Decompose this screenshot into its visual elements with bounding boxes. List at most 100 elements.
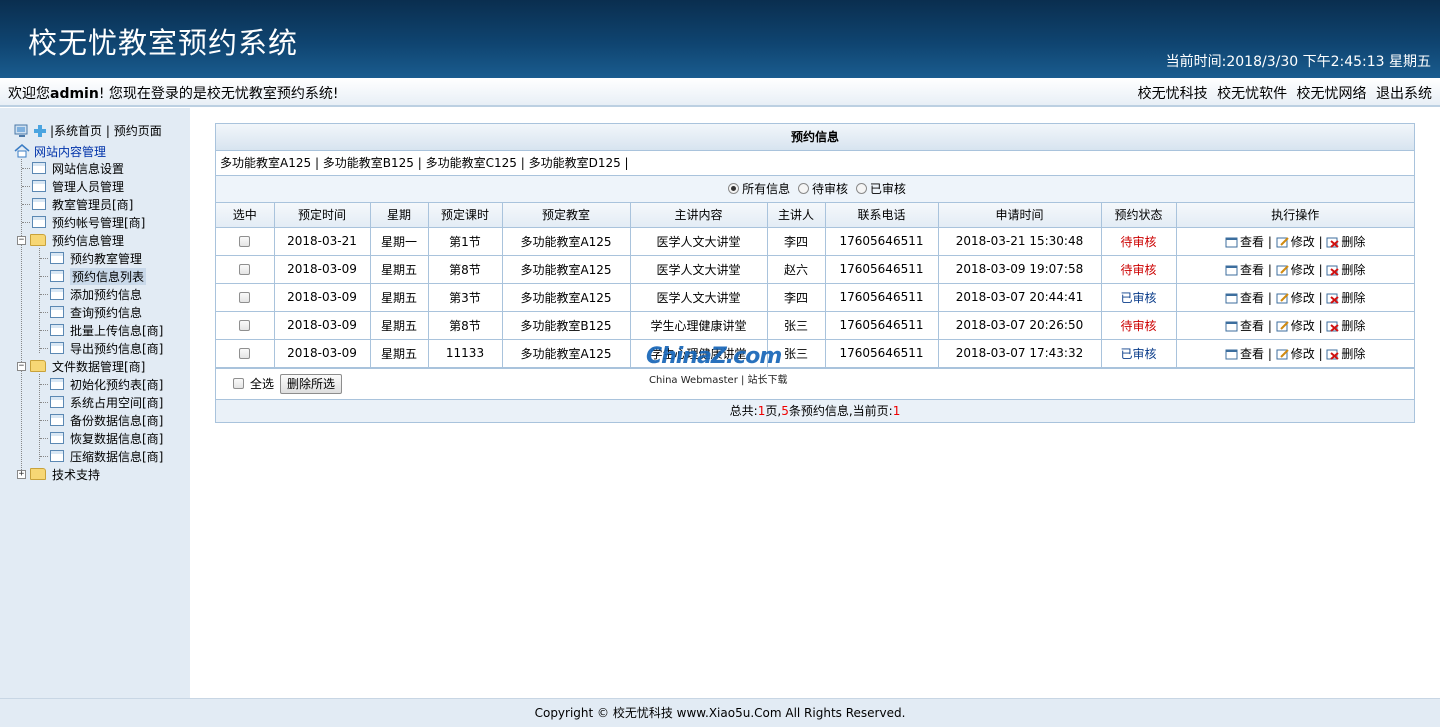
delete-button[interactable]: 删除 bbox=[1326, 235, 1365, 249]
edit-icon bbox=[1276, 348, 1289, 359]
link-network[interactable]: 校无忧网络 bbox=[1297, 86, 1367, 102]
room-link-d125[interactable]: 多功能教室D125 bbox=[529, 156, 621, 170]
page-icon bbox=[50, 396, 64, 408]
bulk-actions: 全选 删除所选 bbox=[216, 367, 1414, 399]
col-select: 选中 bbox=[216, 203, 275, 228]
delete-button[interactable]: 删除 bbox=[1326, 347, 1365, 361]
col-date: 预定时间 bbox=[273, 203, 371, 228]
view-button[interactable]: 查看 bbox=[1225, 319, 1264, 333]
top-links: 校无忧科技 校无忧软件 校无忧网络 退出系统 bbox=[1133, 83, 1432, 103]
sidebar-item-disk-usage[interactable]: 系统占用空间[商] bbox=[40, 393, 163, 411]
username: admin bbox=[50, 86, 99, 102]
cell-weekday: 星期五 bbox=[369, 282, 429, 312]
edit-button[interactable]: 修改 bbox=[1276, 319, 1315, 333]
sidebar-item-add-booking[interactable]: 添加预约信息 bbox=[40, 285, 142, 303]
col-room: 预定教室 bbox=[501, 203, 631, 228]
room-link-b125[interactable]: 多功能教室B125 bbox=[323, 156, 414, 170]
current-page: 1 bbox=[892, 403, 901, 418]
sidebar-item-booking-rooms[interactable]: 预约教室管理 bbox=[40, 249, 142, 267]
page-icon bbox=[50, 432, 64, 444]
row-checkbox[interactable] bbox=[239, 292, 251, 303]
cell-phone: 17605646511 bbox=[824, 226, 939, 256]
radio-pending[interactable] bbox=[797, 183, 809, 194]
collapse-icon[interactable]: − bbox=[17, 361, 26, 371]
tree-root[interactable]: 网站内容管理 bbox=[14, 142, 106, 160]
logout-link[interactable]: 退出系统 bbox=[1376, 86, 1432, 102]
edit-button[interactable]: 修改 bbox=[1276, 291, 1315, 305]
sidebar-item-init-table[interactable]: 初始化预约表[商] bbox=[40, 375, 163, 393]
sidebar-item-backup[interactable]: 备份数据信息[商] bbox=[40, 411, 163, 429]
cell-phone: 17605646511 bbox=[824, 254, 939, 284]
row-checkbox[interactable] bbox=[239, 320, 251, 331]
delete-selected-button[interactable]: 删除所选 bbox=[280, 373, 343, 394]
view-button[interactable]: 查看 bbox=[1225, 347, 1264, 361]
view-button[interactable]: 查看 bbox=[1225, 235, 1264, 249]
cell-status: 已审核 bbox=[1100, 338, 1177, 368]
page-icon bbox=[32, 180, 46, 192]
table-row: 2018-03-09 星期五 第3节 多功能教室A125 医学人文大讲堂 李四 176056… bbox=[216, 282, 1414, 312]
delete-button[interactable]: 删除 bbox=[1326, 263, 1365, 277]
expand-icon[interactable]: + bbox=[17, 469, 26, 479]
edit-button[interactable]: 修改 bbox=[1276, 347, 1315, 361]
radio-all[interactable] bbox=[728, 183, 740, 194]
table-header: 选中 预定时间 星期 预定课时 预定教室 主讲内容 主讲人 联系电话 申请时间 … bbox=[216, 203, 1414, 228]
cell-topic: 医学人文大讲堂 bbox=[629, 254, 768, 284]
delete-button[interactable]: 删除 bbox=[1326, 319, 1365, 333]
sidebar-group-support[interactable]: + 技术支持 bbox=[17, 465, 100, 483]
cell-applied: 2018-03-21 15:30:48 bbox=[937, 226, 1102, 256]
sidebar-group-files[interactable]: − 文件数据管理[商] bbox=[17, 357, 145, 375]
room-link-c125[interactable]: 多功能教室C125 bbox=[426, 156, 517, 170]
home-icon bbox=[14, 144, 30, 158]
cell-period: 第3节 bbox=[427, 282, 503, 312]
select-all-label: 全选 bbox=[250, 377, 275, 391]
col-topic: 主讲内容 bbox=[629, 203, 768, 228]
cell-phone: 17605646511 bbox=[824, 310, 939, 340]
sidebar-item-booking-list[interactable]: 预约信息列表 bbox=[40, 267, 147, 285]
cell-applied: 2018-03-07 17:43:32 bbox=[937, 338, 1102, 368]
cell-phone: 17605646511 bbox=[824, 338, 939, 368]
delete-button[interactable]: 删除 bbox=[1326, 291, 1365, 305]
cell-speaker: 李四 bbox=[766, 226, 826, 256]
page-icon bbox=[32, 216, 46, 228]
sidebar-item-export-booking[interactable]: 导出预约信息[商] bbox=[40, 339, 163, 357]
collapse-icon[interactable]: − bbox=[17, 235, 26, 245]
select-all-checkbox[interactable] bbox=[233, 378, 244, 389]
room-link-a125[interactable]: 多功能教室A125 bbox=[220, 156, 311, 170]
sidebar-toolbar: | 系统首页 | 预约页面 bbox=[14, 122, 162, 139]
sidebar-item-admin-users[interactable]: 管理人员管理 bbox=[22, 177, 124, 195]
panel-title: 预约信息 bbox=[216, 124, 1414, 151]
view-icon bbox=[1225, 265, 1238, 275]
row-checkbox[interactable] bbox=[239, 348, 251, 359]
view-button[interactable]: 查看 bbox=[1225, 291, 1264, 305]
cell-topic: 学生心理健康讲堂 bbox=[629, 338, 768, 368]
sidebar-group-booking[interactable]: − 预约信息管理 bbox=[17, 231, 124, 249]
sidebar-item-restore[interactable]: 恢复数据信息[商] bbox=[40, 429, 163, 447]
booking-page-link[interactable]: 预约页面 bbox=[114, 122, 162, 139]
col-speaker: 主讲人 bbox=[766, 203, 826, 228]
app-header: 校无忧教室预约系统 当前时间:2018/3/30 下午2:45:13 星期五 bbox=[0, 0, 1440, 78]
link-company[interactable]: 校无忧科技 bbox=[1138, 86, 1208, 102]
row-checkbox[interactable] bbox=[239, 236, 251, 247]
col-phone: 联系电话 bbox=[824, 203, 939, 228]
edit-button[interactable]: 修改 bbox=[1276, 263, 1315, 277]
cell-actions: 查看 | 修改 | 删除 bbox=[1175, 226, 1414, 256]
edit-button[interactable]: 修改 bbox=[1276, 235, 1315, 249]
cell-period: 第8节 bbox=[427, 310, 503, 340]
sidebar-item-room-admins[interactable]: 教室管理员[商] bbox=[22, 195, 133, 213]
row-select bbox=[216, 310, 275, 340]
sidebar-item-site-settings[interactable]: 网站信息设置 bbox=[22, 159, 124, 177]
col-actions: 执行操作 bbox=[1175, 203, 1414, 228]
sidebar-item-compress[interactable]: 压缩数据信息[商] bbox=[40, 447, 163, 465]
cell-actions: 查看 | 修改 | 删除 bbox=[1175, 254, 1414, 284]
sidebar-item-booking-accounts[interactable]: 预约帐号管理[商] bbox=[22, 213, 145, 231]
link-software[interactable]: 校无忧软件 bbox=[1217, 86, 1287, 102]
sidebar-item-bulk-upload[interactable]: 批量上传信息[商] bbox=[40, 321, 163, 339]
row-checkbox[interactable] bbox=[239, 264, 251, 275]
view-button[interactable]: 查看 bbox=[1225, 263, 1264, 277]
delete-icon bbox=[1326, 293, 1340, 304]
cell-speaker: 赵六 bbox=[766, 254, 826, 284]
sidebar-item-search-booking[interactable]: 查询预约信息 bbox=[40, 303, 142, 321]
system-home-link[interactable]: 系统首页 bbox=[54, 122, 102, 139]
radio-approved[interactable] bbox=[855, 183, 867, 194]
page-icon bbox=[50, 306, 64, 318]
